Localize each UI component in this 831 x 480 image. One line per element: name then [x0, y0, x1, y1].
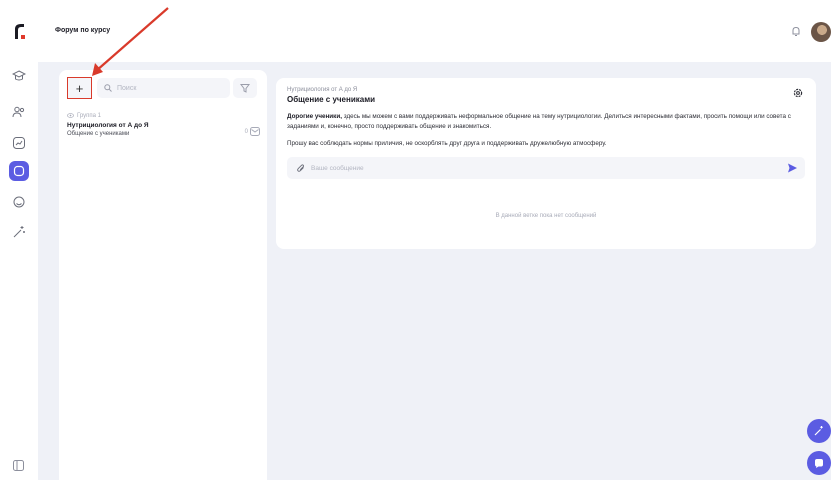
rail-courses[interactable]: [9, 66, 29, 86]
chat-icon: [815, 459, 823, 468]
chat-name: Нутрициология от А до Я: [67, 122, 149, 129]
avatar[interactable]: [811, 22, 831, 42]
mail-icon: [250, 127, 260, 136]
chat-description: Дорогие ученики, здесь мы можем с вами п…: [287, 112, 807, 132]
users-icon: [12, 106, 25, 118]
rail-forum[interactable]: [9, 161, 29, 181]
top-header: Форум по курсу: [38, 0, 831, 62]
add-chat-button[interactable]: +: [67, 77, 92, 99]
rail-tools[interactable]: [9, 222, 29, 242]
breadcrumb[interactable]: Нутрициология от А до Я: [287, 87, 357, 93]
send-icon[interactable]: [786, 162, 798, 174]
search-box[interactable]: [97, 78, 230, 98]
chat-message-count: 0: [245, 127, 260, 136]
support-icon: [13, 196, 25, 208]
search-icon: [104, 84, 112, 92]
graduation-cap-icon: [12, 70, 26, 81]
sidebar-collapse-icon[interactable]: [13, 460, 24, 471]
filter-button[interactable]: [233, 78, 257, 98]
chat-description-text: здесь мы можем с вами поддерживать нефор…: [287, 113, 791, 130]
empty-state: В данной ветке пока нет сообщений: [495, 213, 597, 219]
bell-icon[interactable]: [790, 25, 802, 37]
wand-icon: [814, 426, 823, 436]
wand-icon: [13, 226, 25, 238]
message-box[interactable]: [287, 157, 805, 179]
chat-title: Общение с учениками: [287, 95, 376, 104]
rail-analytics[interactable]: [9, 133, 29, 153]
logo-icon[interactable]: [12, 22, 26, 40]
chart-icon: [13, 137, 25, 149]
search-input[interactable]: [117, 84, 217, 92]
message-input[interactable]: [311, 164, 731, 172]
settings-icon[interactable]: [793, 88, 803, 98]
magic-fab[interactable]: [807, 419, 831, 443]
filter-icon: [240, 84, 250, 93]
chat-subtitle: Общение с учениками: [67, 131, 130, 137]
rail-support[interactable]: [9, 192, 29, 212]
chat-count-value: 0: [244, 128, 248, 135]
chat-icon: [13, 165, 25, 177]
page-title: Форум по курсу: [55, 27, 111, 34]
chat-rules: Прошу вас соблюдать нормы приличия, не о…: [287, 140, 607, 147]
rail-users[interactable]: [9, 102, 29, 122]
chat-description-greeting: Дорогие ученики,: [287, 113, 342, 120]
paperclip-icon[interactable]: [297, 164, 305, 172]
chat-fab[interactable]: [807, 451, 831, 475]
chat-group-meta: Группа 1: [67, 112, 263, 119]
eye-icon: [67, 113, 74, 118]
chat-group-label: Группа 1: [77, 112, 102, 119]
icon-rail: [0, 0, 38, 480]
list-item[interactable]: Группа 1 Нутрициология от А до Я Общение…: [67, 112, 263, 148]
